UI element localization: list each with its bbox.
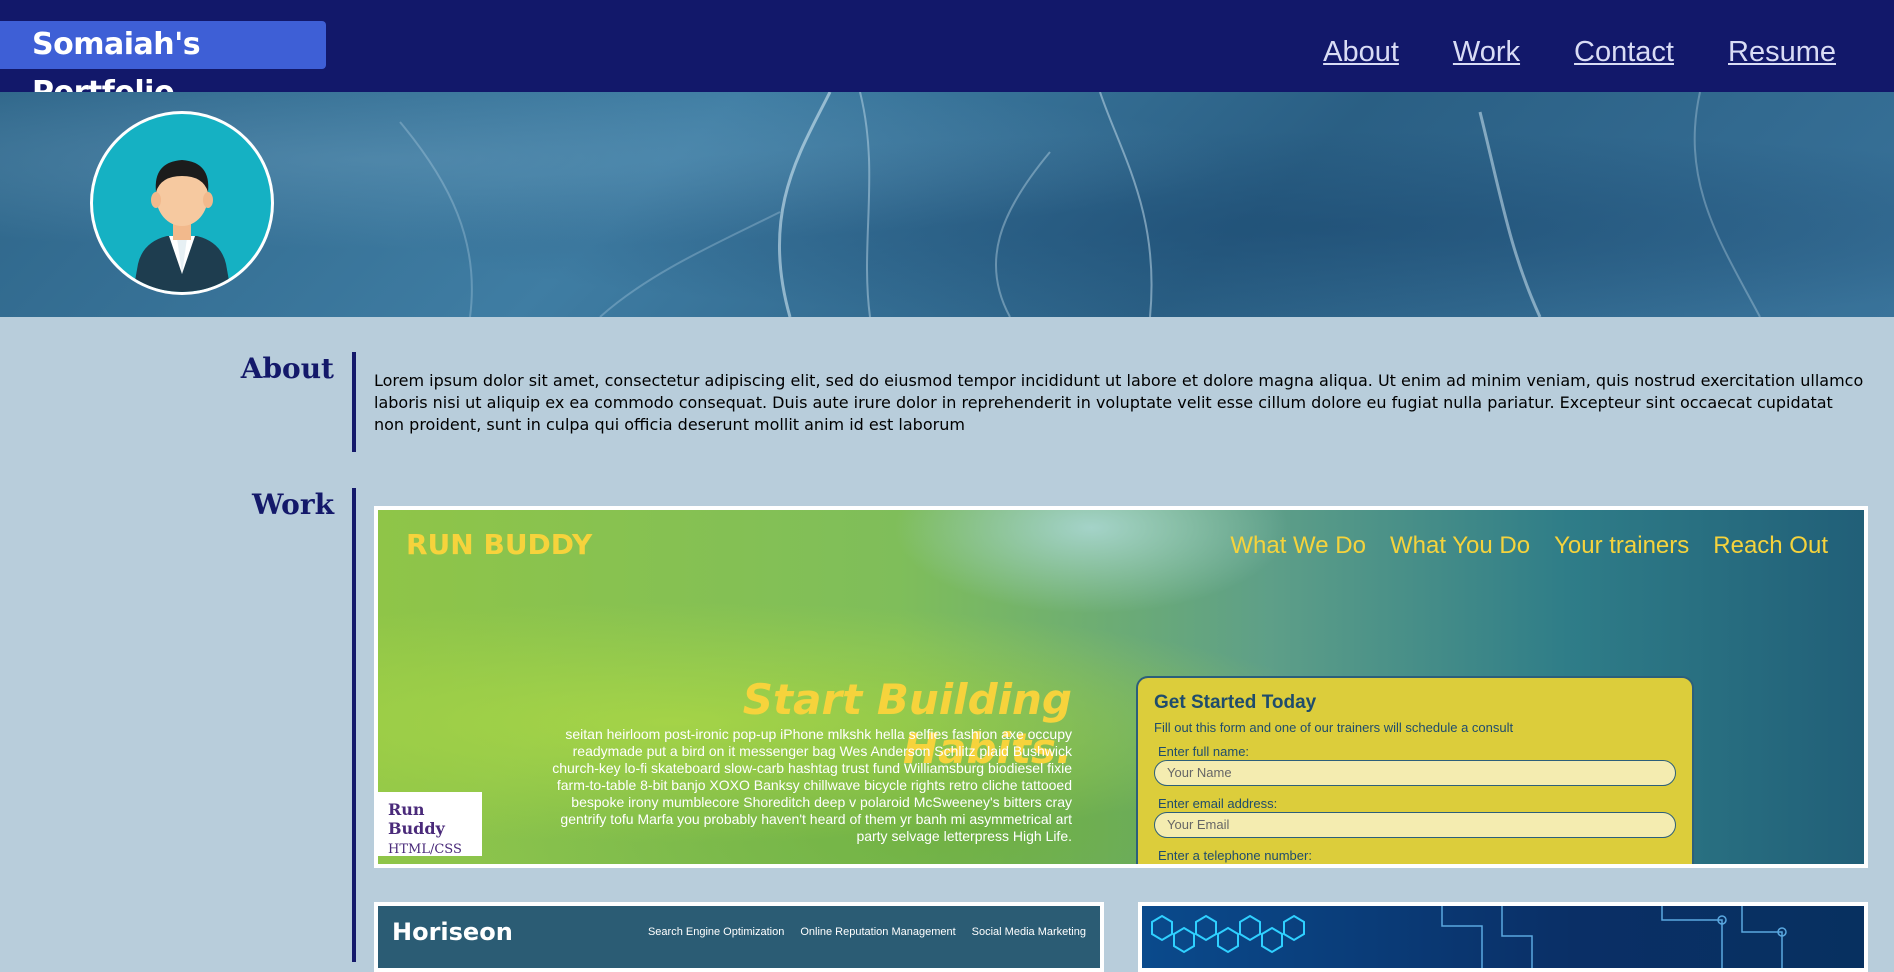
run-buddy-nav-item: Your trainers <box>1554 532 1690 559</box>
form-subtitle: Fill out this form and one of our traine… <box>1154 720 1514 735</box>
run-buddy-nav-item: What You Do <box>1389 532 1531 559</box>
nav-link-work[interactable]: Work <box>1453 32 1520 72</box>
run-buddy-nav-item: What We Do <box>1230 532 1366 559</box>
about-paragraph: Lorem ipsum dolor sit amet, consectetur … <box>374 371 1864 434</box>
run-buddy-nav: What We Do What You Do Your trainers Rea… <box>1230 532 1828 560</box>
project-caption-tech: HTML/CSS <box>388 842 462 857</box>
work-heading: Work <box>252 488 334 521</box>
profile-avatar <box>90 111 274 295</box>
phone-label: Enter a telephone number: <box>1158 848 1312 863</box>
horiseon-nav: Search Engine Optimization Online Reputa… <box>648 926 1086 938</box>
name-label: Enter full name: <box>1158 744 1250 759</box>
horiseon-nav-item: Search Engine Optimization <box>647 926 785 938</box>
about-divider <box>352 352 356 452</box>
project-caption-title: Run Buddy <box>388 800 445 838</box>
email-input: Your Email <box>1154 812 1676 838</box>
project-caption[interactable]: Run Buddy HTML/CSS <box>378 792 482 857</box>
horiseon-logo: Horiseon <box>392 918 513 946</box>
form-title: Get Started Today <box>1154 692 1317 713</box>
work-divider <box>352 488 356 962</box>
email-label: Enter email address: <box>1158 796 1278 811</box>
horiseon-nav-item: Online Reputation Management <box>800 926 956 938</box>
run-buddy-nav-item: Reach Out <box>1713 532 1828 559</box>
run-buddy-form: Get Started Today Fill out this form and… <box>1136 676 1694 864</box>
run-buddy-logo: RUN BUDDY <box>406 528 593 561</box>
name-input: Your Name <box>1154 760 1676 786</box>
run-buddy-body-text: seitan heirloom post-ironic pop-up iPhon… <box>552 726 1072 844</box>
brand-logo[interactable]: Somaiah's Portfolio <box>0 21 326 110</box>
nav-link-about[interactable]: About <box>1323 32 1399 72</box>
top-navbar: Somaiah's Portfolio About Work Contact R… <box>0 0 1894 110</box>
nav-link-contact[interactable]: Contact <box>1574 32 1674 72</box>
main-nav: About Work Contact Resume <box>1323 32 1836 72</box>
horiseon-nav-item: Social Media Marketing <box>971 926 1086 938</box>
project-card-run-buddy[interactable]: RUN BUDDY What We Do What You Do Your tr… <box>374 506 1868 868</box>
nav-link-resume[interactable]: Resume <box>1728 32 1836 72</box>
circuit-pattern <box>1151 906 1787 968</box>
hero-texture <box>399 92 1761 317</box>
person-icon <box>133 160 231 292</box>
hero-banner <box>0 92 1894 317</box>
about-heading: About <box>240 352 334 385</box>
